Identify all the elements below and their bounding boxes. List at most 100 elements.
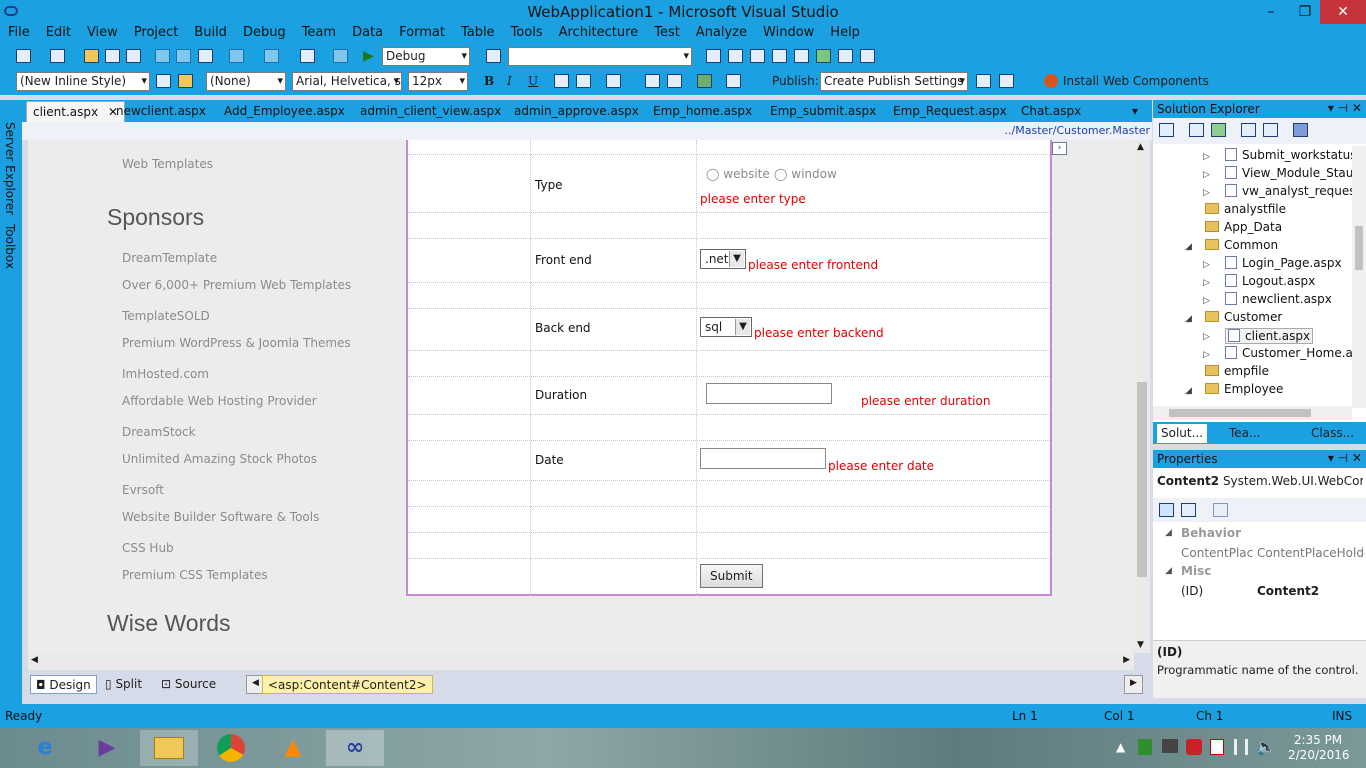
- tree-item[interactable]: Customer_Home.a: [1225, 346, 1352, 360]
- tab-emp-request-aspx[interactable]: Emp_Request.aspx: [893, 104, 1007, 118]
- sponsor-name[interactable]: DreamStock: [122, 425, 196, 439]
- tree-horizontal-scrollbar[interactable]: [1153, 406, 1352, 420]
- chrome-icon[interactable]: [202, 730, 260, 766]
- vlc-icon[interactable]: ▲: [264, 730, 322, 766]
- underline-button[interactable]: U: [528, 74, 538, 88]
- expand-arrow-icon[interactable]: ▷: [1203, 278, 1210, 288]
- expand-arrow-icon[interactable]: ▷: [1203, 170, 1210, 180]
- refresh-icon[interactable]: [1211, 123, 1226, 137]
- menu-format[interactable]: Format: [391, 24, 453, 40]
- expand-arrow-icon[interactable]: ▷: [1203, 188, 1210, 198]
- menu-edit[interactable]: Edit: [38, 24, 79, 40]
- internet-explorer-icon[interactable]: e: [16, 730, 74, 766]
- sponsor-name[interactable]: ImHosted.com: [122, 367, 209, 381]
- tree-item[interactable]: Common: [1205, 238, 1278, 252]
- navigate-forward-icon[interactable]: [333, 49, 348, 63]
- menu-build[interactable]: Build: [186, 24, 235, 40]
- tab-overflow-icon[interactable]: ▾: [1132, 104, 1138, 118]
- view-designer-icon[interactable]: [1263, 123, 1278, 137]
- server-explorer-tab[interactable]: Server Explorer: [3, 122, 17, 215]
- sponsor-name[interactable]: CSS Hub: [122, 541, 174, 555]
- alphabetical-icon[interactable]: [1181, 503, 1196, 517]
- tree-item[interactable]: Customer: [1205, 310, 1282, 324]
- scroll-left-icon[interactable]: ◀: [31, 655, 38, 665]
- install-web-components-button[interactable]: Install Web Components: [1063, 74, 1209, 88]
- collapse-arrow-icon[interactable]: ◢: [1185, 386, 1192, 396]
- expand-arrow-icon[interactable]: ▷: [1203, 260, 1210, 270]
- numbered-list-icon[interactable]: [645, 74, 660, 88]
- content2-form-table[interactable]: Type ◯ website ◯ window please enter typ…: [406, 140, 1052, 596]
- panel-controls-icon[interactable]: ▾ ⊣ ✕: [1328, 101, 1362, 115]
- menu-data[interactable]: Data: [344, 24, 391, 40]
- submit-button[interactable]: Submit: [700, 564, 763, 588]
- extension-manager-icon[interactable]: [794, 49, 809, 63]
- scroll-up-icon[interactable]: ▲: [1137, 142, 1144, 152]
- property-name[interactable]: (ID): [1181, 584, 1203, 598]
- tree-item[interactable]: Submit_workstatus: [1225, 148, 1352, 162]
- file-explorer-icon[interactable]: [140, 730, 198, 766]
- sponsor-name[interactable]: DreamTemplate: [122, 251, 217, 265]
- visual-studio-taskbar-icon[interactable]: ▶: [78, 730, 136, 766]
- highlight-color-icon[interactable]: [576, 74, 591, 88]
- menu-debug[interactable]: Debug: [235, 24, 294, 40]
- collapse-arrow-icon[interactable]: ◢: [1185, 314, 1192, 324]
- collapse-category-icon[interactable]: ◢: [1165, 566, 1172, 576]
- tray-overflow-icon[interactable]: ▲: [1116, 740, 1125, 754]
- panel-controls-icon[interactable]: ▾ ⊣ ✕: [1328, 451, 1362, 465]
- toolbox-tab[interactable]: Toolbox: [3, 224, 17, 269]
- start-page-icon[interactable]: [816, 49, 831, 63]
- minimize-button[interactable]: –: [1254, 0, 1288, 24]
- configuration-dropdown[interactable]: Debug: [382, 47, 470, 66]
- paste-icon[interactable]: [198, 49, 213, 63]
- tree-item[interactable]: View_Module_Stau: [1225, 166, 1352, 180]
- tree-item[interactable]: vw_analyst_reques: [1225, 184, 1352, 198]
- tree-item[interactable]: Logout.aspx: [1225, 274, 1315, 288]
- backend-dropdown[interactable]: sql ▼: [700, 317, 752, 337]
- properties-icon[interactable]: [1159, 123, 1174, 137]
- system-clock[interactable]: 2:35 PM 2/20/2016: [1288, 733, 1350, 763]
- edit-publish-icon[interactable]: [999, 74, 1014, 88]
- show-all-files-icon[interactable]: [1189, 123, 1204, 137]
- vs-solution-taskbar-icon[interactable]: ∞: [326, 730, 384, 766]
- cut-icon[interactable]: [155, 49, 170, 63]
- duration-input[interactable]: [706, 383, 832, 404]
- menu-test[interactable]: Test: [646, 24, 688, 40]
- scroll-thumb[interactable]: [1169, 409, 1311, 417]
- tree-item[interactable]: App_Data: [1205, 220, 1282, 234]
- view-code-icon[interactable]: [1241, 123, 1256, 137]
- web-templates-link[interactable]: Web Templates: [122, 157, 213, 171]
- type-radio-window[interactable]: ◯ window: [774, 167, 837, 181]
- tab-chat-aspx[interactable]: Chat.aspx: [1021, 104, 1081, 118]
- team-explorer-tab[interactable]: Tea...: [1229, 426, 1260, 440]
- command-window-icon[interactable]: [838, 49, 853, 63]
- tray-acrobat-icon[interactable]: [1186, 739, 1202, 755]
- tab-emp-submit-aspx[interactable]: Emp_submit.aspx: [770, 104, 876, 118]
- expand-arrow-icon[interactable]: ▷: [1203, 332, 1210, 342]
- design-view-tab[interactable]: ◘ Design: [30, 675, 97, 694]
- class-view-tab[interactable]: Class...: [1311, 426, 1354, 440]
- property-pages-icon[interactable]: [1213, 503, 1228, 517]
- menu-help[interactable]: Help: [822, 24, 868, 40]
- collapse-category-icon[interactable]: ◢: [1165, 528, 1172, 538]
- add-item-icon[interactable]: [50, 49, 65, 63]
- object-browser-icon[interactable]: [750, 49, 765, 63]
- tree-item[interactable]: Employee: [1205, 382, 1283, 396]
- menu-file[interactable]: File: [0, 24, 38, 40]
- tree-item[interactable]: analystfile: [1205, 202, 1286, 216]
- solution-explorer-tab[interactable]: Solut...: [1157, 424, 1208, 443]
- new-style-icon[interactable]: [156, 74, 171, 88]
- sponsor-name[interactable]: Evrsoft: [122, 483, 164, 497]
- tag-nav-right-icon[interactable]: ▶: [1124, 675, 1143, 694]
- redo-icon[interactable]: [264, 49, 279, 63]
- target-rule-icon[interactable]: [178, 74, 193, 88]
- tab-client-aspx[interactable]: client.aspx ✕: [26, 101, 125, 122]
- tree-item-selected[interactable]: client.aspx: [1225, 328, 1314, 344]
- tree-item[interactable]: newclient.aspx: [1225, 292, 1332, 306]
- find-combo[interactable]: [508, 47, 692, 66]
- property-name[interactable]: ContentPlace: [1181, 546, 1253, 560]
- split-view-tab[interactable]: ▯ Split: [100, 675, 147, 694]
- collapse-arrow-icon[interactable]: ◢: [1185, 242, 1192, 252]
- menu-table[interactable]: Table: [453, 24, 503, 40]
- design-surface[interactable]: Web Templates Sponsors DreamTemplate Ove…: [28, 140, 1134, 653]
- type-radio-website[interactable]: ◯ website: [706, 167, 770, 181]
